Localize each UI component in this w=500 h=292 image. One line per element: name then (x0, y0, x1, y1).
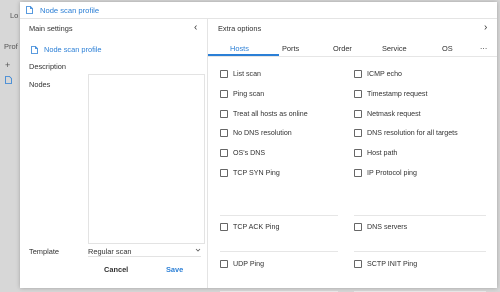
checkbox[interactable] (220, 70, 228, 78)
option-label: ICMP echo (367, 70, 402, 78)
option-label: No DNS resolution (233, 129, 292, 137)
document-icon (31, 45, 38, 54)
option-host-path[interactable]: Host path (354, 149, 397, 157)
option-ping-scan[interactable]: Ping scan (220, 90, 264, 98)
tab-os[interactable]: OS (442, 44, 453, 53)
option-label: Netmask request (367, 110, 421, 118)
option-label: List scan (233, 70, 261, 78)
option-label: OS's DNS (233, 149, 266, 157)
template-select-value: Regular scan (88, 247, 132, 256)
option-tcp-ack-ping[interactable]: TCP ACK Ping (220, 223, 279, 231)
checkbox[interactable] (354, 223, 362, 231)
option-label: DNS servers (367, 223, 408, 231)
checkbox[interactable] (220, 223, 228, 231)
option-label: Host path (367, 149, 398, 157)
option-tcp-syn-ping[interactable]: TCP SYN Ping (220, 169, 280, 177)
extra-options-heading: Extra options (218, 24, 262, 33)
template-select[interactable]: Regular scan (88, 245, 201, 257)
extra-options-panel: Extra options › Hosts Ports Order Servic… (208, 19, 497, 292)
field-divider (220, 251, 338, 252)
option-netmask-request[interactable]: Netmask request (354, 110, 421, 118)
document-icon (26, 6, 33, 14)
expand-right-icon[interactable]: › (484, 22, 487, 33)
checkbox[interactable] (220, 260, 228, 268)
option-sctp-init-ping[interactable]: SCTP INIT Ping (354, 260, 417, 268)
option-label: UDP Ping (233, 260, 265, 268)
option-label: Ping scan (233, 90, 265, 98)
checkbox[interactable] (354, 90, 362, 98)
chevron-down-icon (195, 246, 201, 255)
checkbox[interactable] (354, 169, 362, 177)
bg-doc-icon (5, 76, 12, 86)
tab-service[interactable]: Service (382, 44, 407, 53)
option-label: IP Protocol ping (367, 169, 417, 177)
option-no-dns-resolution[interactable]: No DNS resolution (220, 129, 292, 137)
option-ip-protocol-ping[interactable]: IP Protocol ping (354, 169, 417, 177)
checkbox[interactable] (220, 110, 228, 118)
bg-label-lo: Lo (10, 11, 19, 20)
option-label: Timestamp request (367, 90, 428, 98)
dialog-title: Node scan profile (40, 5, 100, 15)
profile-name: Node scan profile (44, 45, 102, 54)
more-tabs-icon[interactable]: ⋯ (480, 44, 487, 53)
checkbox[interactable] (354, 129, 362, 137)
tab-ports[interactable]: Ports (282, 44, 299, 53)
collapse-left-icon[interactable]: ‹ (194, 22, 197, 33)
bg-label-profiles: Prof (4, 42, 18, 51)
save-button[interactable]: Save (166, 265, 183, 274)
template-label: Template (29, 247, 59, 256)
checkbox[interactable] (220, 149, 228, 157)
option-os-dns[interactable]: OS's DNS (220, 149, 265, 157)
tab-order[interactable]: Order (333, 44, 352, 53)
option-label: Treat all hosts as online (233, 110, 308, 118)
checkbox[interactable] (354, 70, 362, 78)
option-timestamp-request[interactable]: Timestamp request (354, 90, 427, 98)
option-label: DNS resolution for all targets (367, 129, 458, 137)
field-divider (220, 215, 338, 216)
nodes-textarea[interactable] (88, 74, 205, 244)
field-divider (354, 215, 486, 216)
checkbox[interactable] (354, 149, 362, 157)
checkbox[interactable] (220, 90, 228, 98)
tab-hosts[interactable]: Hosts (230, 44, 249, 53)
checkbox[interactable] (220, 129, 228, 137)
option-list-scan[interactable]: List scan (220, 70, 261, 78)
nodes-label: Nodes (29, 80, 51, 89)
bg-plus-icon: + (5, 60, 11, 70)
cancel-button[interactable]: Cancel (104, 265, 128, 274)
description-label[interactable]: Description (29, 62, 66, 71)
checkbox[interactable] (220, 169, 228, 177)
checkbox[interactable] (354, 110, 362, 118)
option-label: SCTP INIT Ping (367, 260, 418, 268)
option-dns-all-targets[interactable]: DNS resolution for all targets (354, 129, 458, 137)
option-icmp-echo[interactable]: ICMP echo (354, 70, 402, 78)
profile-name-row: Node scan profile (31, 45, 102, 54)
active-tab-indicator (208, 54, 279, 56)
option-label: TCP ACK Ping (233, 223, 280, 231)
option-dns-servers[interactable]: DNS servers (354, 223, 407, 231)
options-tabs: Hosts Ports Order Service OS ⋯ (208, 40, 497, 57)
main-settings-panel: Main settings ‹ Node scan profile Descri… (20, 19, 208, 288)
option-label: TCP SYN Ping (233, 169, 280, 177)
option-treat-all-online[interactable]: Treat all hosts as online (220, 110, 308, 118)
option-udp-ping[interactable]: UDP Ping (220, 260, 264, 268)
main-settings-heading: Main settings (29, 24, 73, 33)
dialog-header: Node scan profile (20, 2, 497, 19)
checkbox[interactable] (354, 260, 362, 268)
node-scan-profile-dialog: Node scan profile Main settings ‹ Node s… (20, 2, 497, 292)
field-divider (354, 251, 486, 252)
